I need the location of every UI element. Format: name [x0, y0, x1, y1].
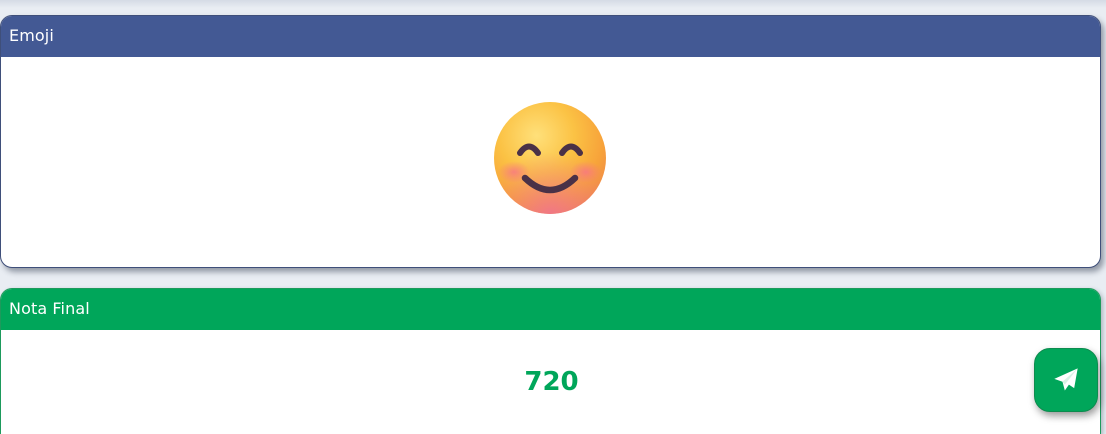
send-button[interactable]	[1034, 348, 1098, 412]
emoji-card-header: Emoji	[1, 16, 1100, 57]
final-score: 720	[524, 367, 579, 397]
emoji-card: Emoji	[0, 15, 1101, 268]
nota-final-card-header: Nota Final	[1, 289, 1100, 330]
nota-final-card: Nota Final 720	[0, 288, 1101, 434]
smiling-face-icon	[492, 100, 608, 216]
paper-plane-icon	[1054, 368, 1078, 391]
top-strip	[0, 0, 1106, 8]
smiling-face-svg	[494, 102, 606, 214]
